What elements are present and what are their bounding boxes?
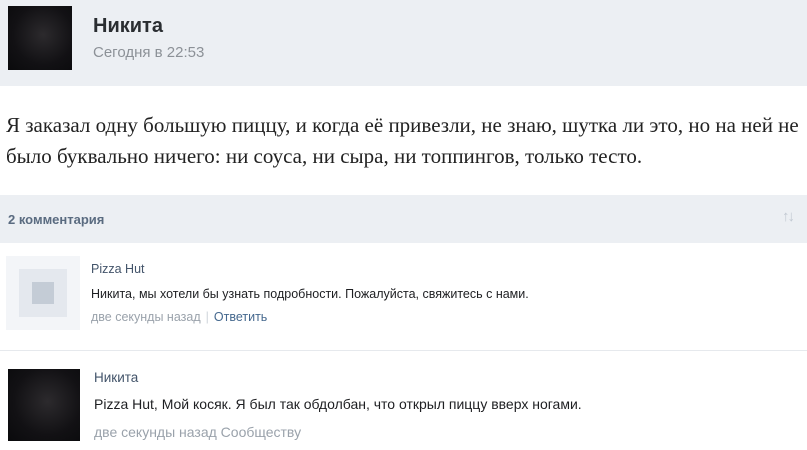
comment-author[interactable]: Никита — [94, 370, 138, 385]
commenter-avatar[interactable] — [8, 369, 80, 441]
avatar-placeholder-inner — [32, 282, 54, 304]
comment-timestamp[interactable]: две секунды назад — [91, 310, 201, 324]
comments-bar: 2 комментария ↑↓ — [0, 195, 807, 243]
post-author-name[interactable]: Никита — [93, 15, 163, 38]
post-timestamp[interactable]: Сегодня в 22:53 — [93, 44, 204, 61]
comment-text: Никита, мы хотели бы узнать подробности.… — [91, 287, 529, 301]
post-text: Я заказал одну большую пиццу, и когда её… — [6, 113, 799, 168]
sort-arrows-icon[interactable]: ↑↓ — [782, 208, 795, 225]
comment-text: Pizza Hut, Мой косяк. Я был так обдолбан… — [94, 396, 582, 412]
comments-count[interactable]: 2 комментария — [8, 212, 104, 227]
author-avatar[interactable] — [8, 6, 72, 70]
comment-timestamp[interactable]: две секунды назад — [94, 424, 217, 440]
reply-to-link[interactable]: Сообществу — [221, 424, 301, 440]
commenter-avatar[interactable] — [6, 256, 80, 330]
comment-item: Pizza Hut Никита, мы хотели бы узнать по… — [0, 246, 807, 351]
comment-item: Никита Pizza Hut, Мой косяк. Я был так о… — [0, 351, 807, 450]
reply-link[interactable]: Ответить — [214, 310, 267, 324]
comment-meta: две секунды назад | Ответить — [91, 310, 267, 324]
meta-separator: | — [205, 310, 209, 324]
comment-author[interactable]: Pizza Hut — [91, 262, 145, 276]
comment-meta: две секунды назад Сообществу — [94, 424, 301, 440]
post-header: Никита Сегодня в 22:53 — [0, 0, 807, 86]
